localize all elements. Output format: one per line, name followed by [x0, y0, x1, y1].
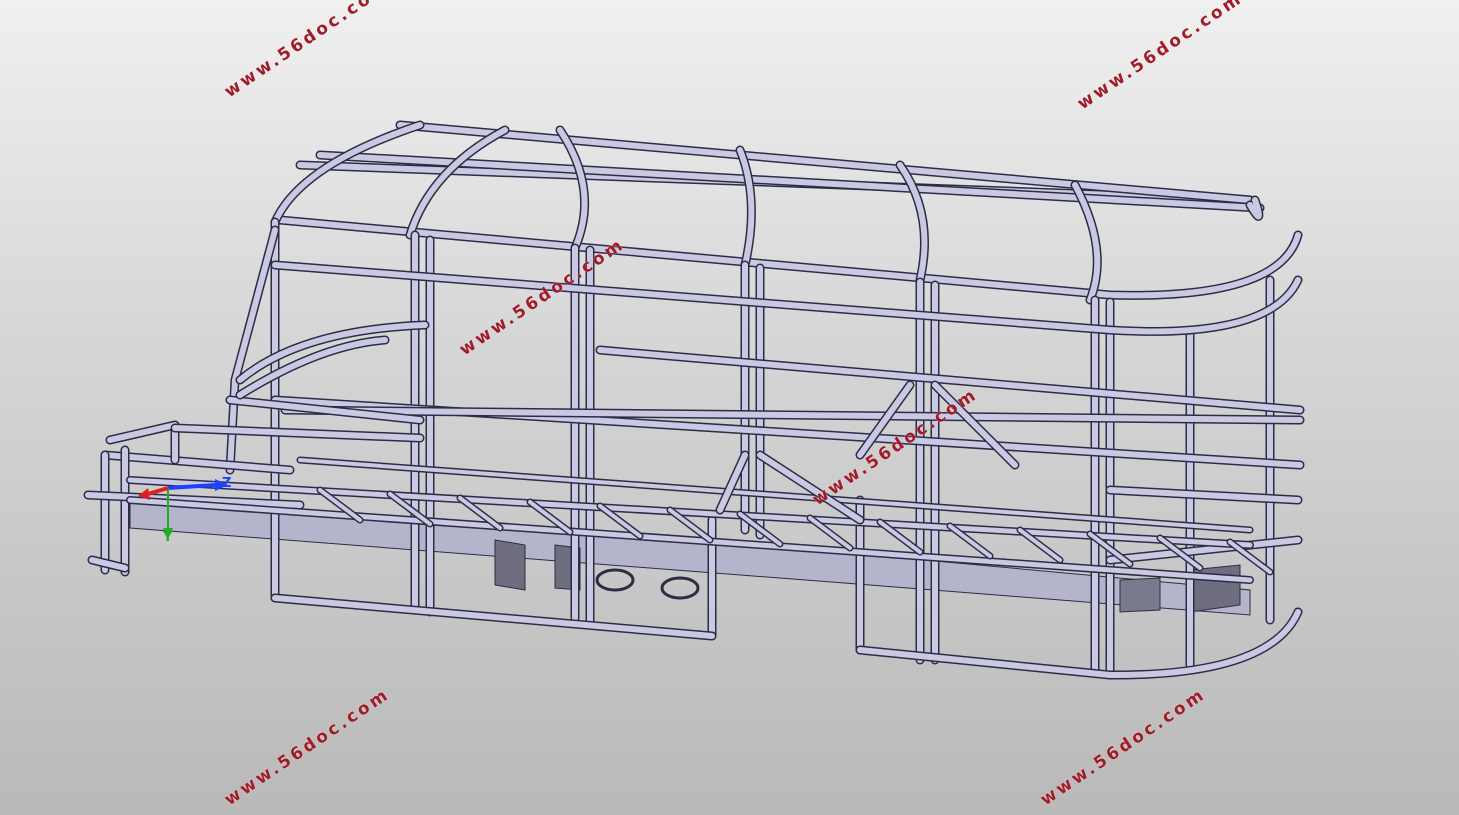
- axis-y-label: Y: [163, 530, 173, 545]
- cad-viewport[interactable]: Z Y www.56doc.com www.56doc.com www.56do…: [0, 0, 1459, 815]
- axis-z-label: Z: [222, 476, 232, 491]
- bus-frame-model[interactable]: [0, 0, 1459, 815]
